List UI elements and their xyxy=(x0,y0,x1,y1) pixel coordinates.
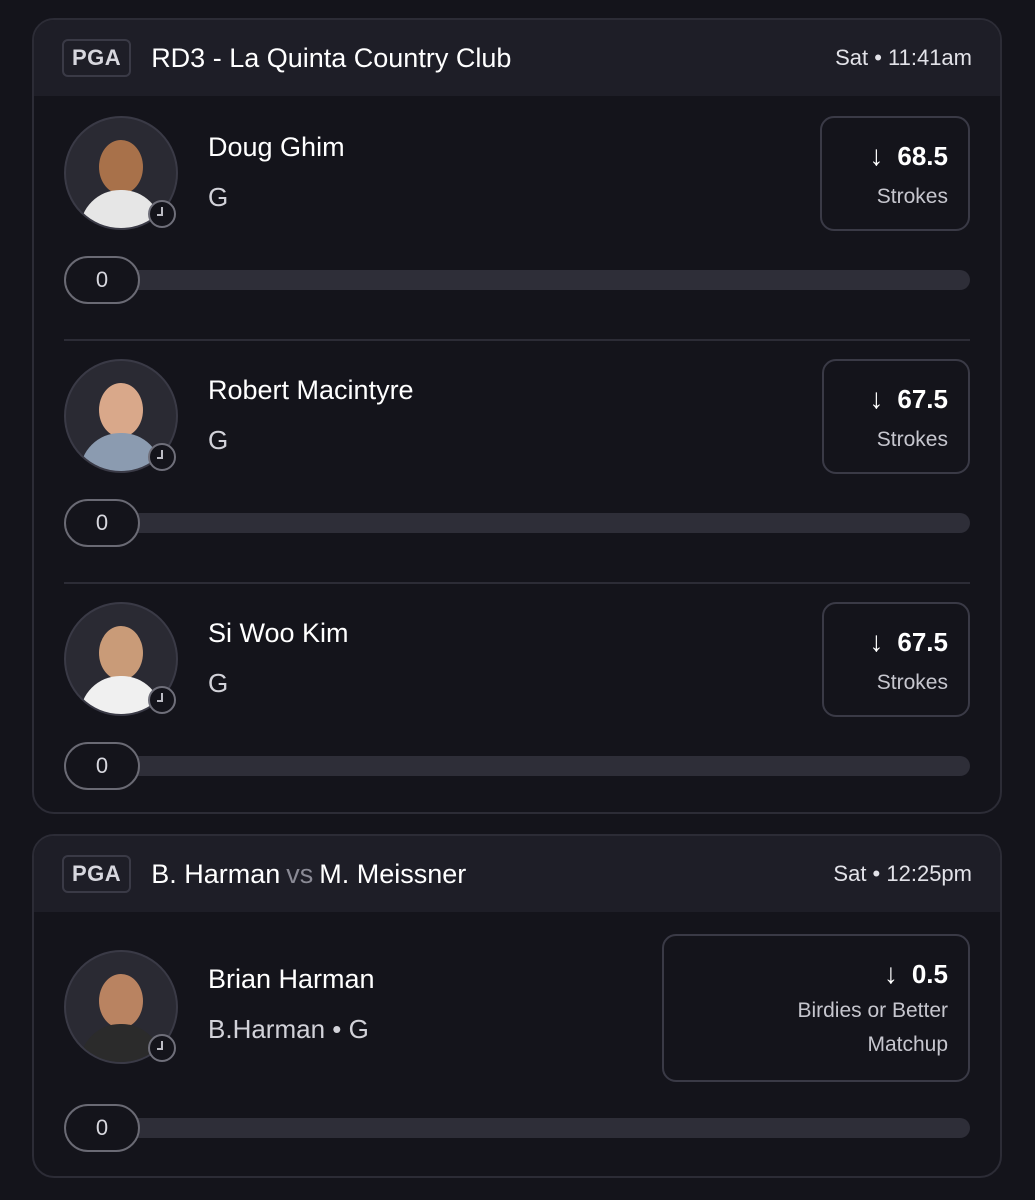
event-title[interactable]: B. Harman vs M. Meissner xyxy=(151,859,466,890)
player-position: G xyxy=(208,182,229,212)
player-name: Robert Macintyre xyxy=(208,375,414,405)
arrow-down-icon: ↓ xyxy=(869,626,884,657)
avatar xyxy=(64,116,178,230)
progress-track xyxy=(104,756,970,776)
league-badge: PGA xyxy=(62,39,132,77)
progress-bar: 0 xyxy=(64,1104,970,1152)
player-name: Si Woo Kim xyxy=(208,618,349,648)
event-time: Sat • 11:41am xyxy=(835,45,972,70)
player-position: G xyxy=(208,425,229,455)
player-pick-row[interactable]: Si Woo Kim G ↓ 67.5 Strokes 0 xyxy=(34,584,1000,812)
line-value: ↓ 0.5 xyxy=(664,958,948,990)
stat-label: Strokes xyxy=(876,428,948,451)
stat-label: Strokes xyxy=(876,185,948,208)
stat-label-2: Matchup xyxy=(867,1033,948,1056)
projection-box[interactable]: ↓ 0.5 Birdies or Better Matchup xyxy=(662,934,970,1082)
line-value: ↓ 67.5 xyxy=(824,626,948,658)
player-position: G xyxy=(208,668,229,698)
player-pick-row[interactable]: Brian Harman B.Harman • G ↓ 0.5 Birdies o… xyxy=(34,932,1000,1175)
projection-box[interactable]: ↓ 67.5 Strokes xyxy=(822,602,970,717)
event-time: Sat • 12:25pm xyxy=(833,861,972,886)
stat-label: Birdies or Better xyxy=(797,999,948,1022)
player-pick-row[interactable]: Robert Macintyre G ↓ 67.5 Strokes 0 xyxy=(34,341,1000,584)
player-name: Brian Harman xyxy=(208,964,375,994)
stat-label: Strokes xyxy=(876,671,948,694)
player-position: B.Harman • G xyxy=(208,1014,369,1044)
progress-track xyxy=(104,270,970,290)
clock-icon xyxy=(148,443,176,471)
arrow-down-icon: ↓ xyxy=(869,140,884,171)
progress-bar: 0 xyxy=(64,499,970,547)
clock-icon xyxy=(148,200,176,228)
arrow-down-icon: ↓ xyxy=(869,383,884,414)
matchup-player-left: B. Harman xyxy=(151,858,281,889)
progress-bar: 0 xyxy=(64,256,970,304)
arrow-down-icon: ↓ xyxy=(883,958,898,989)
vs-label: vs xyxy=(286,858,314,889)
progress-value: 0 xyxy=(64,1104,140,1152)
progress-track xyxy=(104,513,970,533)
player-name: Doug Ghim xyxy=(208,132,345,162)
progress-value: 0 xyxy=(64,499,140,547)
line-number: 0.5 xyxy=(911,959,948,989)
clock-icon xyxy=(148,686,176,714)
projection-box[interactable]: ↓ 67.5 Strokes xyxy=(822,359,970,474)
pick-card: PGA RD3 - La Quinta Country Club Sat • 1… xyxy=(32,18,1002,814)
card-header: PGA RD3 - La Quinta Country Club Sat • 1… xyxy=(34,20,1000,96)
matchup-player-right: M. Meissner xyxy=(319,858,467,889)
progress-bar: 0 xyxy=(64,742,970,790)
avatar xyxy=(64,359,178,473)
line-number: 67.5 xyxy=(897,384,948,414)
line-number: 68.5 xyxy=(897,141,948,171)
line-value: ↓ 68.5 xyxy=(822,140,948,172)
clock-icon xyxy=(148,1034,176,1062)
player-pick-row[interactable]: Doug Ghim G ↓ 68.5 Strokes 0 xyxy=(34,98,1000,341)
avatar xyxy=(64,950,178,1064)
pick-card: PGA B. Harman vs M. Meissner Sat • 12:25pm… xyxy=(32,834,1002,1178)
progress-value: 0 xyxy=(64,742,140,790)
event-title[interactable]: RD3 - La Quinta Country Club xyxy=(151,43,511,74)
line-value: ↓ 67.5 xyxy=(824,383,948,415)
line-number: 67.5 xyxy=(897,627,948,657)
avatar xyxy=(64,602,178,716)
progress-value: 0 xyxy=(64,256,140,304)
progress-track xyxy=(104,1118,970,1138)
projection-box[interactable]: ↓ 68.5 Strokes xyxy=(820,116,970,231)
league-badge: PGA xyxy=(62,855,132,893)
card-header: PGA B. Harman vs M. Meissner Sat • 12:25pm xyxy=(34,836,1000,912)
